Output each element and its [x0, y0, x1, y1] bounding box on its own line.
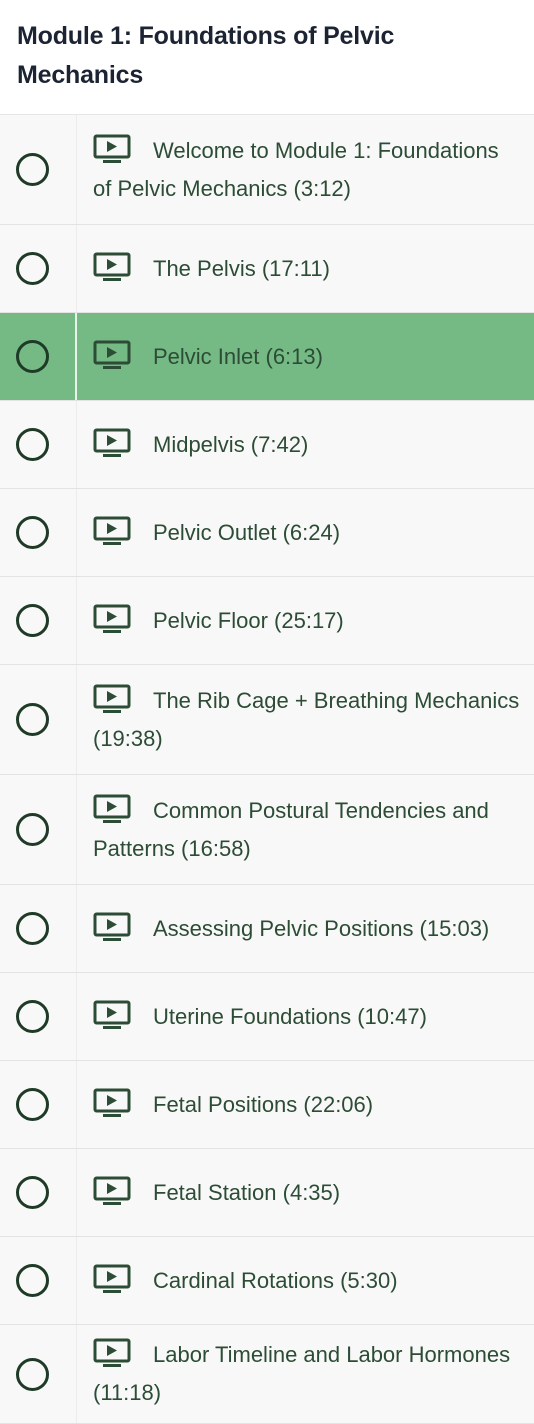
lesson-status[interactable] [0, 1325, 77, 1423]
lesson-item[interactable]: The Pelvis (17:11) [0, 225, 534, 313]
lesson-title: Labor Timeline and Labor Hormones (11:18… [93, 1342, 511, 1405]
video-icon [93, 1176, 131, 1206]
video-icon [93, 134, 131, 164]
lesson-title-cell[interactable]: Assessing Pelvic Positions (15:03) [77, 885, 534, 972]
lesson-item[interactable]: The Rib Cage + Breathing Mechanics (19:3… [0, 665, 534, 775]
lesson-title-cell[interactable]: Welcome to Module 1: Foundations of Pelv… [77, 115, 534, 224]
lesson-status[interactable] [0, 225, 77, 312]
lesson-item[interactable]: Labor Timeline and Labor Hormones (11:18… [0, 1325, 534, 1424]
video-icon [93, 912, 131, 942]
incomplete-circle-icon[interactable] [16, 252, 49, 285]
incomplete-circle-icon[interactable] [16, 813, 49, 846]
incomplete-circle-icon[interactable] [16, 153, 49, 186]
lesson-item[interactable]: Assessing Pelvic Positions (15:03) [0, 885, 534, 973]
lesson-status[interactable] [0, 1061, 77, 1148]
incomplete-circle-icon[interactable] [16, 703, 49, 736]
lesson-item[interactable]: Cardinal Rotations (5:30) [0, 1237, 534, 1325]
incomplete-circle-icon[interactable] [16, 1088, 49, 1121]
lesson-title: Welcome to Module 1: Foundations of Pelv… [93, 137, 499, 201]
lesson-title: The Pelvis (17:11) [153, 255, 330, 281]
video-icon [93, 252, 131, 282]
lesson-title-cell[interactable]: The Pelvis (17:11) [77, 225, 534, 312]
lesson-title-cell[interactable]: Midpelvis (7:42) [77, 401, 534, 488]
lesson-title: Fetal Positions (22:06) [153, 1091, 374, 1117]
lesson-status[interactable] [0, 489, 77, 576]
lesson-title-cell[interactable]: Pelvic Outlet (6:24) [77, 489, 534, 576]
lesson-title-cell[interactable]: Cardinal Rotations (5:30) [77, 1237, 534, 1324]
incomplete-circle-icon[interactable] [16, 912, 49, 945]
lesson-status[interactable] [0, 775, 77, 884]
lesson-title: Pelvic Inlet (6:13) [153, 343, 323, 369]
lesson-status[interactable] [0, 665, 77, 774]
incomplete-circle-icon[interactable] [16, 1264, 49, 1297]
lesson-status[interactable] [0, 973, 77, 1060]
lesson-item-active[interactable]: Pelvic Inlet (6:13) [0, 313, 534, 401]
video-icon [93, 794, 131, 824]
lesson-item[interactable]: Uterine Foundations (10:47) [0, 973, 534, 1061]
video-icon [93, 604, 131, 634]
lesson-title-cell[interactable]: Common Postural Tendencies and Patterns … [77, 775, 534, 884]
lesson-title-cell[interactable]: The Rib Cage + Breathing Mechanics (19:3… [77, 665, 534, 774]
module-title: Module 1: Foundations of Pelvic Mechanic… [17, 22, 395, 89]
lesson-status[interactable] [0, 401, 77, 488]
lesson-title-cell[interactable]: Labor Timeline and Labor Hormones (11:18… [77, 1325, 534, 1423]
lesson-title: Fetal Station (4:35) [153, 1179, 341, 1205]
video-icon [93, 1338, 131, 1368]
video-icon [93, 340, 131, 370]
video-icon [93, 1000, 131, 1030]
lesson-title: Assessing Pelvic Positions (15:03) [153, 915, 490, 941]
incomplete-circle-icon[interactable] [16, 1176, 49, 1209]
incomplete-circle-icon[interactable] [16, 1357, 49, 1391]
lesson-item[interactable]: Welcome to Module 1: Foundations of Pelv… [0, 115, 534, 225]
video-icon [93, 684, 131, 714]
lesson-list: Welcome to Module 1: Foundations of Pelv… [0, 115, 534, 1424]
lesson-title-cell[interactable]: Uterine Foundations (10:47) [77, 973, 534, 1060]
lesson-title: Uterine Foundations (10:47) [153, 1003, 427, 1029]
lesson-title: Cardinal Rotations (5:30) [153, 1267, 398, 1293]
incomplete-circle-icon[interactable] [16, 1000, 49, 1033]
video-icon [93, 516, 131, 546]
lesson-status[interactable] [0, 1149, 77, 1236]
lesson-item[interactable]: Pelvic Floor (25:17) [0, 577, 534, 665]
video-icon [93, 428, 131, 458]
lesson-item[interactable]: Common Postural Tendencies and Patterns … [0, 775, 534, 885]
lesson-item[interactable]: Midpelvis (7:42) [0, 401, 534, 489]
lesson-status[interactable] [0, 577, 77, 664]
lesson-title-cell[interactable]: Pelvic Floor (25:17) [77, 577, 534, 664]
lesson-title-cell[interactable]: Pelvic Inlet (6:13) [77, 313, 534, 400]
lesson-status[interactable] [0, 885, 77, 972]
lesson-title: Common Postural Tendencies and Patterns … [93, 797, 489, 861]
incomplete-circle-icon[interactable] [16, 604, 49, 637]
lesson-title: Pelvic Outlet (6:24) [153, 519, 341, 545]
lesson-status[interactable] [0, 313, 77, 400]
incomplete-circle-icon[interactable] [16, 516, 49, 549]
lesson-title: The Rib Cage + Breathing Mechanics (19:3… [93, 687, 520, 751]
lesson-status[interactable] [0, 1237, 77, 1324]
lesson-item[interactable]: Fetal Positions (22:06) [0, 1061, 534, 1149]
incomplete-circle-icon[interactable] [16, 340, 49, 373]
lesson-title: Pelvic Floor (25:17) [153, 607, 344, 633]
lesson-item[interactable]: Pelvic Outlet (6:24) [0, 489, 534, 577]
lesson-title: Midpelvis (7:42) [153, 431, 309, 457]
incomplete-circle-icon[interactable] [16, 428, 49, 461]
video-icon [93, 1088, 131, 1118]
lesson-title-cell[interactable]: Fetal Positions (22:06) [77, 1061, 534, 1148]
video-icon [93, 1264, 131, 1294]
lesson-status[interactable] [0, 115, 77, 224]
lesson-item[interactable]: Fetal Station (4:35) [0, 1149, 534, 1237]
module-header: Module 1: Foundations of Pelvic Mechanic… [0, 0, 534, 115]
lesson-title-cell[interactable]: Fetal Station (4:35) [77, 1149, 534, 1236]
